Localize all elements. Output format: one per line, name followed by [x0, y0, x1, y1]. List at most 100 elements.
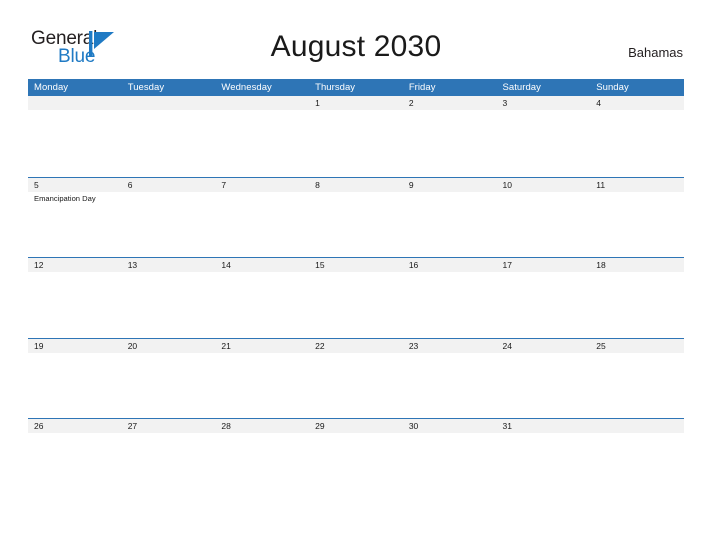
- day-event-container: [122, 433, 216, 435]
- day-number: 17: [502, 260, 512, 270]
- calendar-day-cell[interactable]: 5: [28, 178, 122, 192]
- calendar-day-cell[interactable]: 25: [590, 339, 684, 353]
- calendar-day-cell[interactable]: 23: [403, 339, 497, 353]
- day-number-strip: 19 20 21 22 23 24 25: [28, 338, 684, 353]
- day-event-container: [28, 433, 122, 435]
- day-number: 7: [221, 179, 227, 190]
- weekday-header-wednesday: Wednesday: [221, 82, 272, 93]
- weekday-header-saturday: Saturday: [502, 82, 541, 93]
- calendar-day-cell: [215, 96, 309, 110]
- day-event-container: [215, 272, 309, 274]
- calendar-day-cell[interactable]: 7: [215, 178, 309, 192]
- day-event-container: [122, 192, 216, 204]
- calendar-day-cell[interactable]: 31: [497, 419, 591, 433]
- calendar-day-cell[interactable]: 21: [215, 339, 309, 353]
- calendar-day-cell[interactable]: 29: [309, 419, 403, 433]
- day-event-container: [590, 110, 684, 112]
- day-number: 26: [34, 421, 44, 431]
- calendar-day-cell[interactable]: 6: [122, 178, 216, 192]
- weekday-header-sunday: Sunday: [596, 82, 629, 93]
- day-event-container: [590, 433, 684, 435]
- day-number: 30: [408, 421, 419, 431]
- day-event-container: [215, 192, 309, 204]
- calendar-day-cell[interactable]: 4: [590, 96, 684, 110]
- calendar-day-cell[interactable]: 22: [309, 339, 403, 353]
- day-event-container: [309, 272, 403, 274]
- day-number: 6: [127, 179, 133, 190]
- day-number: [28, 96, 122, 110]
- calendar-week-row: 12 13 14 15 16 17 18: [28, 257, 684, 338]
- calendar-day-cell: [122, 96, 216, 110]
- calendar-day-cell[interactable]: 15: [309, 258, 403, 272]
- day-number: 8: [315, 179, 320, 190]
- calendar-day-cell[interactable]: 10: [497, 178, 591, 192]
- calendar-day-cell[interactable]: 14: [215, 258, 309, 272]
- day-number: 28: [221, 421, 231, 431]
- day-event-container: [28, 272, 122, 274]
- day-event-container: [403, 353, 497, 355]
- weekday-header-row: Monday Tuesday Wednesday Thursday Friday…: [28, 79, 684, 96]
- day-number: 24: [502, 340, 512, 351]
- calendar-week-row: 5 6 7 8 9 10 11 Emancipation Day: [28, 176, 684, 258]
- calendar-week-row: 26 27 28 29 30 31: [28, 418, 684, 499]
- day-events-strip: [28, 110, 684, 112]
- calendar-day-cell[interactable]: 17: [497, 258, 591, 272]
- calendar-day-cell[interactable]: 13: [122, 258, 216, 272]
- day-number: 4: [596, 98, 601, 108]
- day-event-container: [215, 433, 309, 435]
- calendar-day-cell[interactable]: 2: [403, 96, 497, 110]
- page-title: August 2030: [270, 30, 442, 63]
- day-event-container: [28, 110, 122, 112]
- day-number: 5: [34, 179, 39, 190]
- day-event-container: Emancipation Day: [28, 192, 122, 204]
- day-number-strip: 26 27 28 29 30 31: [28, 419, 684, 433]
- day-number: 20: [127, 340, 138, 351]
- day-number: 9: [408, 179, 414, 190]
- calendar-day-cell[interactable]: 26: [28, 419, 122, 433]
- day-number: 25: [596, 340, 606, 351]
- day-events-strip: Emancipation Day: [28, 192, 684, 204]
- day-event-container: [309, 433, 403, 435]
- day-events-strip: [28, 433, 684, 435]
- calendar-day-cell[interactable]: 18: [590, 258, 684, 272]
- calendar-day-cell[interactable]: 20: [122, 339, 216, 353]
- calendar-day-cell[interactable]: 12: [28, 258, 122, 272]
- calendar-day-cell[interactable]: 28: [215, 419, 309, 433]
- day-number: 11: [596, 179, 606, 190]
- calendar-week-row: 1 2 3 4: [28, 96, 684, 177]
- calendar-day-cell[interactable]: 30: [403, 419, 497, 433]
- calendar-page: General Blue August 2030 Bahamas Monday …: [0, 0, 712, 550]
- calendar-day-cell: [590, 419, 684, 433]
- day-number: 10: [502, 179, 512, 190]
- day-events-strip: [28, 272, 684, 274]
- day-number: 12: [34, 260, 44, 270]
- calendar-grid: Monday Tuesday Wednesday Thursday Friday…: [28, 79, 684, 499]
- calendar-day-cell[interactable]: 3: [497, 96, 591, 110]
- calendar-day-cell[interactable]: 16: [403, 258, 497, 272]
- day-event-container: [403, 192, 497, 204]
- calendar-day-cell[interactable]: 8: [309, 178, 403, 192]
- calendar-weeks: 1 2 3 4 5 6 7 8 9 10 11 Emancipation Day 12 13 14 15 16 1…: [28, 96, 684, 499]
- calendar-day-cell[interactable]: 27: [122, 419, 216, 433]
- day-event-container: [215, 110, 309, 112]
- day-number: 31: [502, 421, 512, 431]
- day-number-strip: 1 2 3 4: [28, 96, 684, 110]
- page-header: General Blue August 2030 Bahamas: [0, 0, 712, 79]
- calendar-day-cell[interactable]: 24: [497, 339, 591, 353]
- calendar-day-cell[interactable]: 9: [403, 178, 497, 192]
- day-number: 19: [34, 340, 44, 351]
- day-event-container: [590, 353, 684, 355]
- day-number: 21: [221, 340, 231, 351]
- calendar-day-cell[interactable]: 1: [309, 96, 403, 110]
- day-event-container: [122, 353, 216, 355]
- day-number: 14: [221, 260, 231, 270]
- day-number: 23: [408, 340, 419, 351]
- calendar-day-cell[interactable]: 19: [28, 339, 122, 353]
- holiday-label: Emancipation Day: [34, 193, 96, 203]
- day-event-container: [403, 272, 497, 274]
- day-event-container: [309, 192, 403, 204]
- day-number: 13: [127, 260, 138, 270]
- day-number: 29: [315, 421, 325, 431]
- day-number: 18: [596, 260, 606, 270]
- calendar-day-cell[interactable]: 11: [590, 178, 684, 192]
